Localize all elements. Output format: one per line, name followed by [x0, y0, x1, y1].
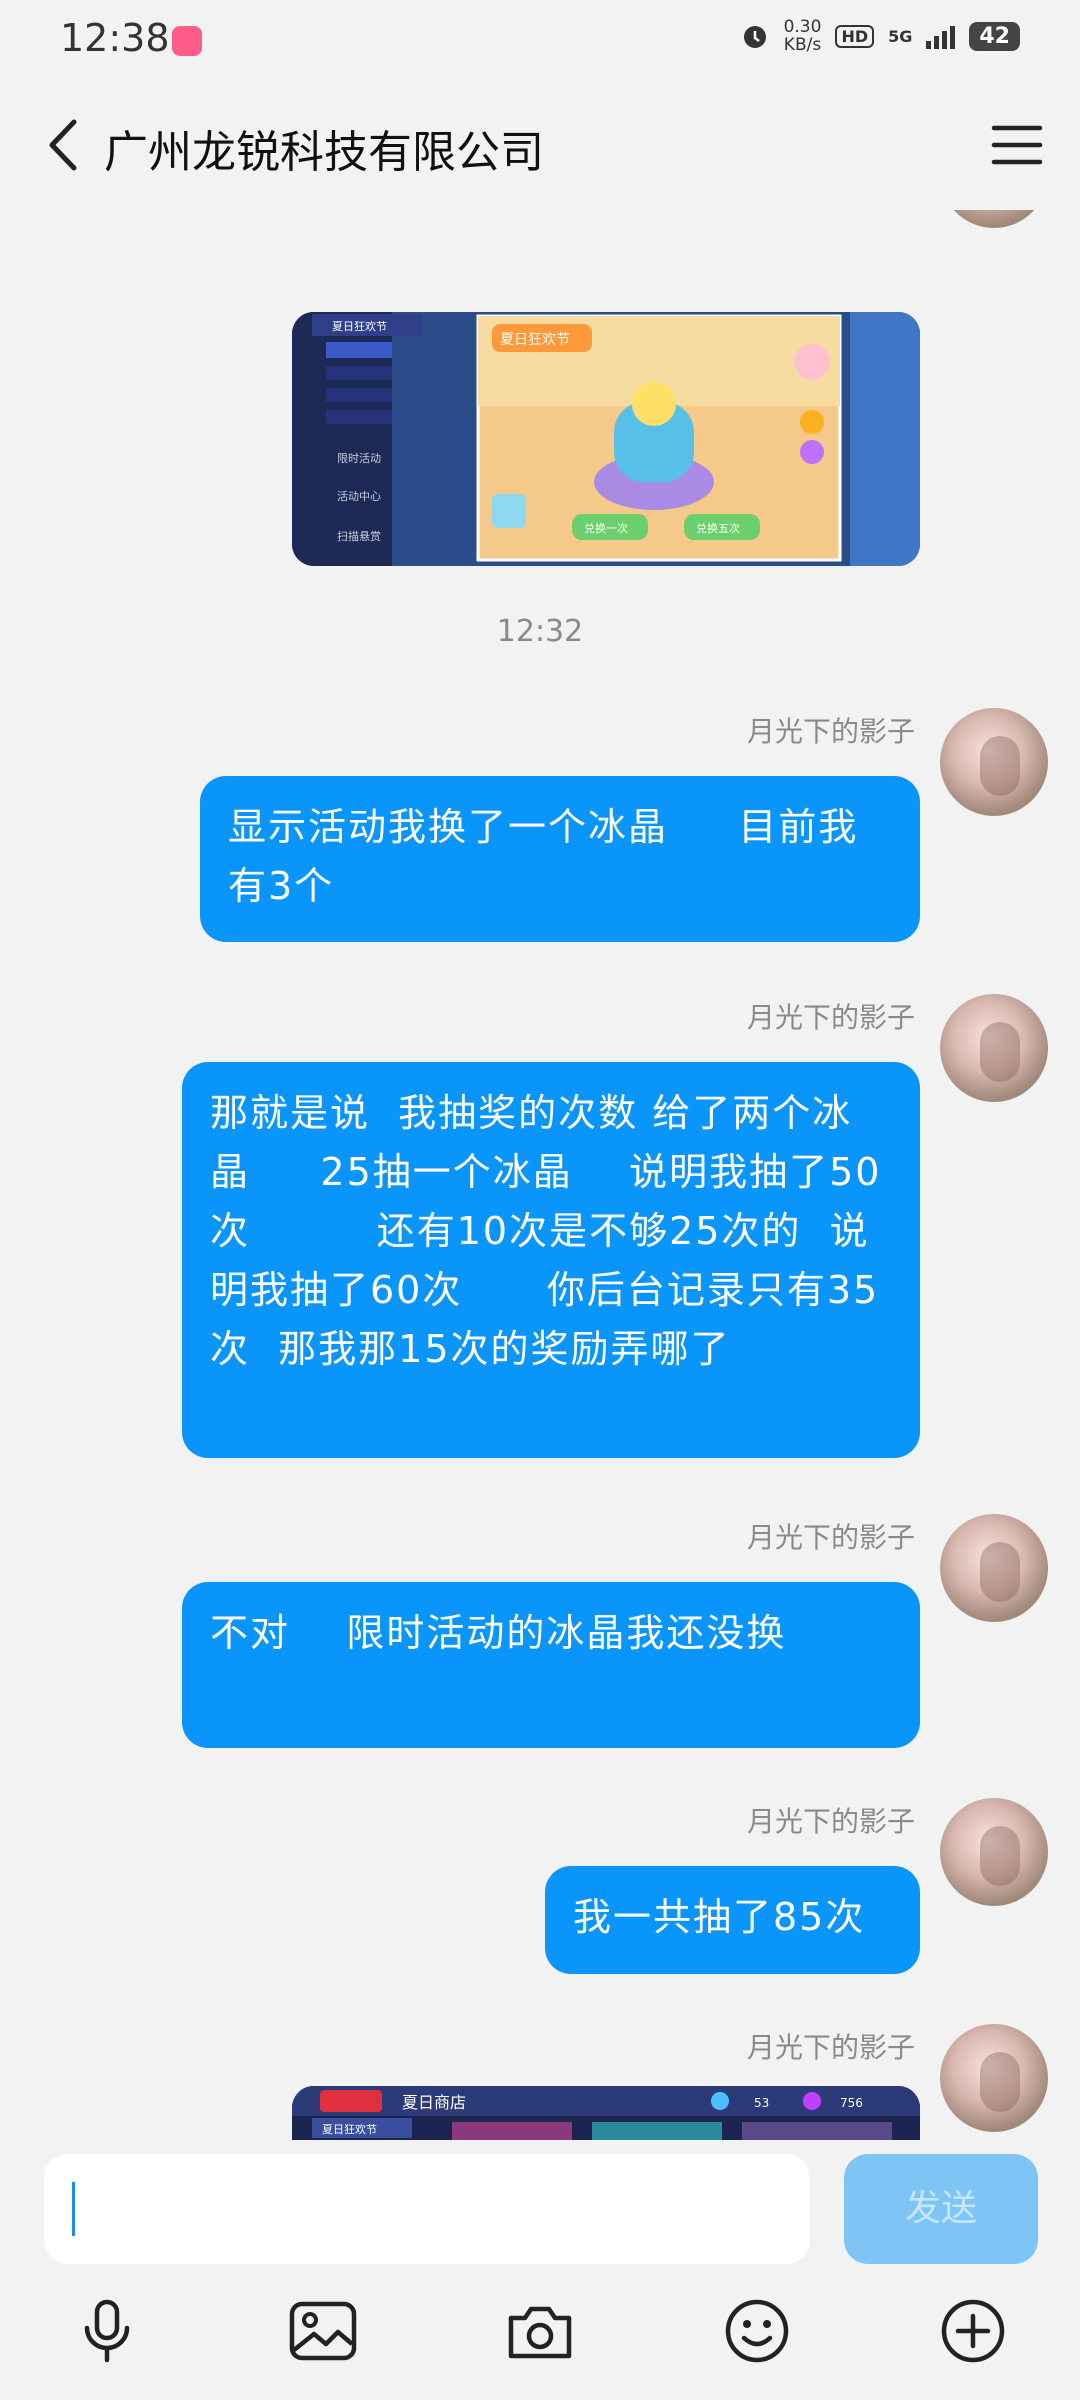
sender-name: 月光下的影子 [746, 1521, 915, 1554]
image-menu-item: 扫描悬赏 [337, 529, 381, 543]
avatar[interactable] [940, 1798, 1048, 1906]
avatar[interactable] [940, 708, 1048, 816]
image-currency-2: 756 [840, 2096, 863, 2110]
image-menu-item: 活动中心 [337, 490, 381, 503]
image-icon[interactable] [288, 2296, 358, 2366]
chat-header: 广州龙锐科技有限公司 [0, 90, 1080, 210]
image-menu-item: 限时活动 [337, 452, 381, 465]
message-bubble[interactable]: 那就是说 我抽奖的次数 给了两个冰晶 25抽一个冰晶 说明我抽了50次 还有10… [182, 1062, 920, 1458]
camera-icon[interactable] [505, 2296, 575, 2366]
microphone-icon[interactable] [72, 2296, 142, 2366]
message-bubble[interactable]: 我一共抽了85次 [545, 1866, 920, 1974]
input-toolbar [0, 2296, 1080, 2376]
game-shop-image: 夏日商店 53 756 夏日狂欢节 [292, 2086, 920, 2140]
image-button-once: 兑换一次 [584, 521, 628, 535]
network-speed: 0.30 KB/s [784, 18, 822, 54]
image-shop-title: 夏日商店 [402, 2093, 466, 2112]
hd-badge: HD [835, 24, 875, 48]
chat-title: 广州龙锐科技有限公司 [104, 127, 544, 178]
status-time: 12:38 [60, 16, 170, 60]
menu-icon[interactable] [984, 112, 1050, 178]
sender-name: 月光下的影子 [746, 1805, 915, 1838]
image-menu-title: 夏日狂欢节 [332, 319, 387, 333]
send-button[interactable]: 发送 [844, 2154, 1038, 2264]
battery-icon: 42 [969, 21, 1020, 51]
message-bubble[interactable]: 显示活动我换了一个冰晶 目前我有3个 [200, 776, 920, 942]
message-input[interactable] [44, 2154, 810, 2264]
image-currency-1: 53 [754, 2096, 769, 2110]
image-banner-title: 夏日狂欢节 [500, 332, 570, 348]
emoji-icon[interactable] [722, 2296, 792, 2366]
sender-name: 月光下的影子 [746, 2031, 915, 2064]
app-notification-icon [172, 26, 202, 56]
status-indicators: 0.30 KB/s HD 5G 42 [740, 18, 1020, 54]
alarm-icon [743, 26, 766, 48]
avatar[interactable] [940, 210, 1048, 228]
text-caret [72, 2182, 75, 2236]
image-message[interactable]: 夏日狂欢节 限时活动 活动中心 扫描悬赏 夏日狂欢节 兑换一次 兑换五次 [292, 312, 920, 566]
network-type: 5G [888, 26, 913, 46]
image-message[interactable]: 夏日商店 53 756 夏日狂欢节 [292, 2086, 920, 2140]
message-list[interactable]: 夏日狂欢节 限时活动 活动中心 扫描悬赏 夏日狂欢节 兑换一次 兑换五次 12:… [0, 210, 1080, 2140]
back-icon[interactable] [30, 110, 100, 180]
input-bar: 发送 [0, 2140, 1080, 2400]
image-shop-menu: 夏日狂欢节 [322, 2122, 377, 2136]
image-button-five: 兑换五次 [696, 521, 740, 535]
network-speed-value: 0.30 [783, 17, 822, 37]
plus-icon[interactable] [938, 2296, 1008, 2366]
network-speed-unit: KB/s [783, 35, 822, 55]
time-separator: 12:32 [496, 614, 584, 649]
avatar[interactable] [940, 2024, 1048, 2132]
sender-name: 月光下的影子 [746, 715, 915, 748]
signal-icon [926, 23, 956, 49]
avatar[interactable] [940, 1514, 1048, 1622]
avatar[interactable] [940, 994, 1048, 1102]
game-screenshot-image: 夏日狂欢节 限时活动 活动中心 扫描悬赏 夏日狂欢节 兑换一次 兑换五次 [292, 312, 920, 566]
status-bar: 12:38 0.30 KB/s HD 5G 42 [0, 0, 1080, 84]
message-bubble[interactable]: 不对 限时活动的冰晶我还没换 [182, 1582, 920, 1748]
sender-name: 月光下的影子 [746, 1001, 915, 1034]
